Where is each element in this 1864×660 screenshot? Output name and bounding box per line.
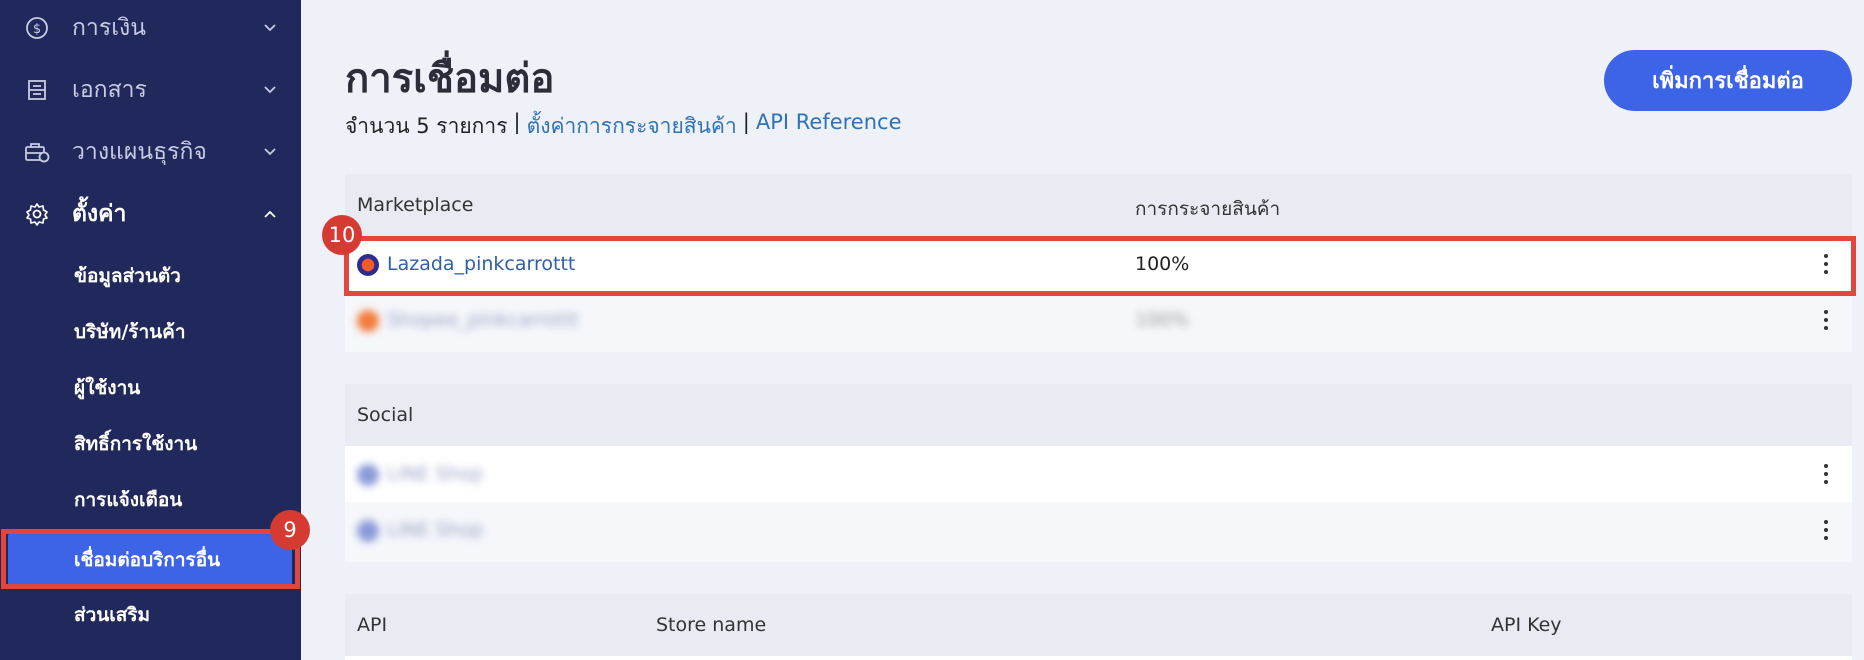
social-table: Social LINE Shop LINE Shop xyxy=(345,384,1852,562)
separator: | xyxy=(742,110,750,134)
chevron-down-icon xyxy=(262,144,278,160)
table-row[interactable]: Lazada_pinkcarrottt 100% xyxy=(345,236,1852,292)
sidebar-item-users[interactable]: ผู้ใช้งาน xyxy=(0,362,301,414)
summary-line: จำนวน 5 รายการ | ตั้งค่าการกระจายสินค้า … xyxy=(345,110,902,143)
sidebar-item-addons[interactable]: ส่วนเสริม xyxy=(0,589,301,641)
sidebar-item-label: ข้อมูลส่วนตัว xyxy=(74,265,181,287)
store-name-link[interactable]: LINE Shop xyxy=(387,463,483,485)
store-name-link[interactable]: LINE Shop xyxy=(387,519,483,541)
briefcase-clock-icon xyxy=(24,139,50,165)
sidebar-item-label: สิทธิ์การใช้งาน xyxy=(74,433,198,455)
sidebar-item-label: เชื่อมต่อบริการอื่น xyxy=(74,549,221,571)
sidebar: $ การเงิน เอกสาร วางแผนธุรกิจ ตั้งค่า ข้… xyxy=(0,0,301,660)
nav-item-documents[interactable]: เอกสาร xyxy=(0,59,301,121)
column-header-marketplace: Marketplace xyxy=(357,194,474,216)
separator: | xyxy=(513,110,521,134)
sidebar-item-integrations[interactable]: เชื่อมต่อบริการอื่น xyxy=(8,534,292,586)
store-name-link[interactable]: Shopee_pinkcarrottt xyxy=(387,309,579,331)
distribution-value: 100% xyxy=(1135,253,1190,275)
sidebar-item-company[interactable]: บริษัท/ร้านค้า xyxy=(0,306,301,358)
chevron-down-icon xyxy=(262,82,278,98)
sidebar-item-profile[interactable]: ข้อมูลส่วนตัว xyxy=(0,250,301,302)
marketplace-table: Marketplace การกระจายสินค้า Lazada_pinkc… xyxy=(345,174,1852,352)
dollar-circle-icon: $ xyxy=(24,15,50,41)
distribution-value: 100% xyxy=(1135,309,1190,331)
add-connection-button[interactable]: เพิ่มการเชื่อมต่อ xyxy=(1604,50,1852,111)
nav-item-business-plan[interactable]: วางแผนธุรกิจ xyxy=(0,121,301,183)
sidebar-item-label: ผู้ใช้งาน xyxy=(74,377,141,399)
document-icon xyxy=(24,77,50,103)
chevron-up-icon xyxy=(262,206,278,222)
sidebar-item-notifications[interactable]: การแจ้งเตือน xyxy=(0,474,301,526)
api-reference-link[interactable]: API Reference xyxy=(756,110,902,143)
column-header-distribution: การกระจายสินค้า xyxy=(1135,198,1281,220)
main-content: การเชื่อมต่อ จำนวน 5 รายการ | ตั้งค่าการ… xyxy=(301,0,1864,660)
page-title: การเชื่อมต่อ xyxy=(345,56,555,102)
line-logo-icon xyxy=(357,464,379,486)
store-name-link[interactable]: Lazada_pinkcarrottt xyxy=(387,253,575,275)
line-logo-icon xyxy=(357,520,379,542)
sidebar-item-permissions[interactable]: สิทธิ์การใช้งาน xyxy=(0,418,301,470)
distribution-settings-link[interactable]: ตั้งค่าการกระจายสินค้า xyxy=(527,110,737,143)
more-options-icon[interactable] xyxy=(1822,254,1830,274)
more-options-icon[interactable] xyxy=(1822,464,1830,484)
nav-item-label: เอกสาร xyxy=(72,77,147,103)
nav-item-finance[interactable]: $ การเงิน xyxy=(0,0,301,59)
svg-text:$: $ xyxy=(33,22,41,37)
shopee-logo-icon xyxy=(357,310,379,332)
column-header-api-key: API Key xyxy=(1491,614,1562,636)
table-header: Social xyxy=(345,384,1852,446)
nav-item-label: ตั้งค่า xyxy=(72,201,127,227)
table-row[interactable]: LINE Shop xyxy=(345,446,1852,502)
more-options-icon[interactable] xyxy=(1822,310,1830,330)
sidebar-item-label: ส่วนเสริม xyxy=(74,604,151,626)
sidebar-item-label: การแจ้งเตือน xyxy=(74,489,183,511)
table-row[interactable]: LINE Shop xyxy=(345,502,1852,562)
api-table: API Store name API Key xyxy=(345,594,1852,660)
column-header-social: Social xyxy=(357,404,414,426)
table-header: API Store name API Key xyxy=(345,594,1852,656)
nav-item-label: การเงิน xyxy=(72,15,147,41)
lazada-logo-icon xyxy=(357,254,379,276)
table-row[interactable]: Shopee_pinkcarrottt 100% xyxy=(345,292,1852,352)
nav-item-settings[interactable]: ตั้งค่า xyxy=(0,183,301,245)
chevron-down-icon xyxy=(262,20,278,36)
step-badge: 10 xyxy=(322,215,362,255)
more-options-icon[interactable] xyxy=(1822,520,1830,540)
summary-count: จำนวน 5 รายการ xyxy=(345,114,508,138)
column-header-store-name: Store name xyxy=(656,614,767,636)
nav-item-label: วางแผนธุรกิจ xyxy=(72,139,207,165)
column-header-api: API xyxy=(357,614,388,636)
sidebar-item-label: บริษัท/ร้านค้า xyxy=(74,321,186,343)
gear-icon xyxy=(24,201,50,227)
table-header: Marketplace การกระจายสินค้า xyxy=(345,174,1852,236)
